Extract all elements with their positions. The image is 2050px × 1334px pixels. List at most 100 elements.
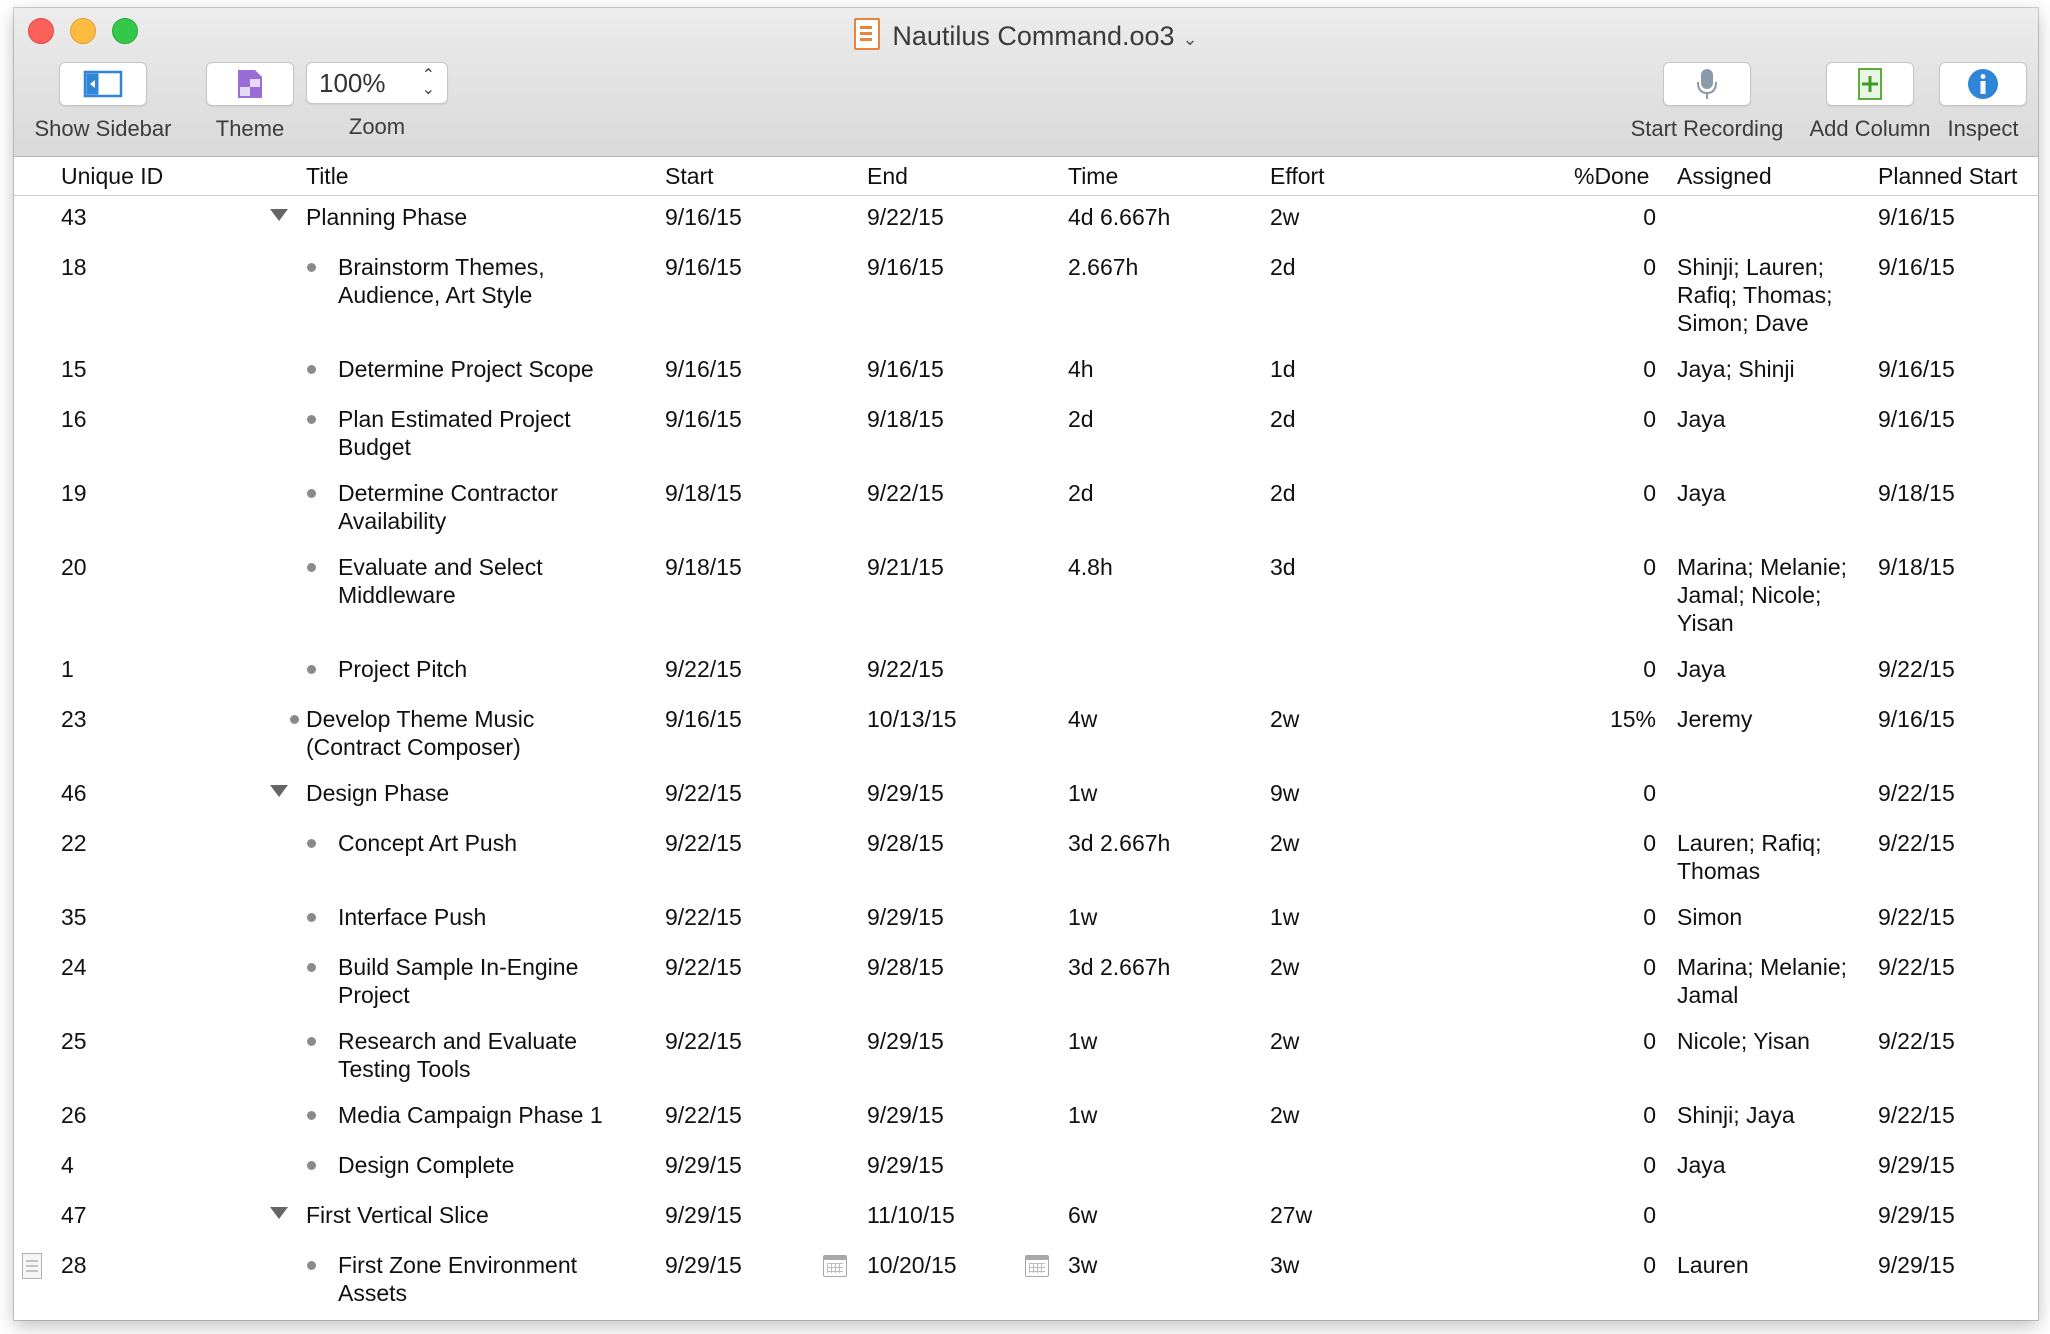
cell-done[interactable]: 0: [1514, 903, 1656, 931]
cell-done[interactable]: 0: [1514, 479, 1656, 507]
cell-assigned[interactable]: Nicole; Yisan: [1677, 1027, 1867, 1055]
cell-assigned[interactable]: Marina; Melanie; Jamal; Nicole; Yisan: [1677, 553, 1867, 637]
cell-start[interactable]: 9/29/15: [665, 1201, 742, 1229]
cell-start[interactable]: 9/22/15: [665, 953, 742, 981]
cell-start[interactable]: 9/22/15: [665, 779, 742, 807]
cell-time[interactable]: 2.667h: [1068, 253, 1138, 281]
column-header-end[interactable]: End: [867, 163, 908, 190]
cell-start[interactable]: 9/22/15: [665, 1101, 742, 1129]
cell-planned-start[interactable]: 9/22/15: [1878, 655, 1955, 683]
cell-assigned[interactable]: Simon: [1677, 903, 1867, 931]
cell-done[interactable]: 0: [1514, 1101, 1656, 1129]
add-column-tool[interactable]: Add Column: [1784, 62, 1956, 142]
cell-planned-start[interactable]: 9/22/15: [1878, 1027, 1955, 1055]
row-bullet-icon[interactable]: [307, 415, 316, 424]
cell-done[interactable]: 0: [1514, 253, 1656, 281]
cell-assigned[interactable]: Shinji; Lauren; Rafiq; Thomas; Simon; Da…: [1677, 253, 1867, 337]
cell-time[interactable]: 4h: [1068, 355, 1094, 383]
row-bullet-icon[interactable]: [307, 1261, 316, 1270]
row-bullet-icon[interactable]: [307, 263, 316, 272]
cell-title[interactable]: Brainstorm Themes, Audience, Art Style: [338, 253, 638, 309]
cell-unique-id[interactable]: 46: [61, 779, 87, 807]
cell-start[interactable]: 9/16/15: [665, 253, 742, 281]
cell-effort[interactable]: 2w: [1270, 203, 1299, 231]
document-title[interactable]: Nautilus Command.oo3 ⌄: [14, 18, 2038, 52]
cell-title[interactable]: Plan Estimated Project Budget: [338, 405, 638, 461]
row-bullet-icon[interactable]: [307, 665, 316, 674]
cell-effort[interactable]: 2d: [1270, 253, 1296, 281]
cell-done[interactable]: 0: [1514, 405, 1656, 433]
cell-end[interactable]: 9/29/15: [867, 1027, 944, 1055]
cell-time[interactable]: 4w: [1068, 705, 1097, 733]
cell-assigned[interactable]: Shinji; Jaya: [1677, 1101, 1867, 1129]
cell-planned-start[interactable]: 9/18/15: [1878, 479, 1955, 507]
cell-start[interactable]: 9/18/15: [665, 479, 742, 507]
cell-time[interactable]: 1w: [1068, 1027, 1097, 1055]
cell-title[interactable]: Project Pitch: [338, 655, 638, 683]
start-recording-button[interactable]: [1663, 62, 1751, 106]
cell-end[interactable]: 9/29/15: [867, 903, 944, 931]
cell-effort[interactable]: 1d: [1270, 355, 1296, 383]
cell-end[interactable]: 11/10/15: [867, 1201, 955, 1229]
cell-start[interactable]: 9/16/15: [665, 203, 742, 231]
cell-planned-start[interactable]: 9/22/15: [1878, 903, 1955, 931]
inspect-button[interactable]: [1939, 62, 2027, 106]
note-icon[interactable]: [22, 1253, 42, 1279]
cell-unique-id[interactable]: 18: [61, 253, 87, 281]
column-header-done[interactable]: %Done: [1574, 163, 1649, 190]
cell-time[interactable]: 3d 2.667h: [1068, 829, 1170, 857]
cell-title[interactable]: Design Complete: [338, 1151, 638, 1179]
cell-time[interactable]: 3w: [1068, 1251, 1097, 1279]
show-sidebar-button[interactable]: [59, 62, 147, 106]
cell-title[interactable]: Determine Contractor Availability: [338, 479, 638, 535]
cell-start[interactable]: 9/22/15: [665, 1027, 742, 1055]
cell-done[interactable]: 0: [1514, 1027, 1656, 1055]
cell-title[interactable]: Determine Project Scope: [338, 355, 638, 383]
cell-done[interactable]: 0: [1514, 1251, 1656, 1279]
cell-time[interactable]: 4d 6.667h: [1068, 203, 1170, 231]
cell-done[interactable]: 0: [1514, 829, 1656, 857]
cell-planned-start[interactable]: 9/29/15: [1878, 1251, 1955, 1279]
cell-effort[interactable]: 2d: [1270, 405, 1296, 433]
column-header-title[interactable]: Title: [306, 163, 349, 190]
cell-unique-id[interactable]: 28: [61, 1251, 87, 1279]
cell-end[interactable]: 9/29/15: [867, 1101, 944, 1129]
cell-assigned[interactable]: Jeremy: [1677, 705, 1867, 733]
cell-end[interactable]: 9/16/15: [867, 355, 944, 383]
cell-time[interactable]: 1w: [1068, 903, 1097, 931]
row-bullet-icon[interactable]: [307, 913, 316, 922]
cell-effort[interactable]: 2w: [1270, 953, 1299, 981]
zoom-value[interactable]: 100%: [319, 68, 386, 99]
cell-assigned[interactable]: Jaya: [1677, 405, 1867, 433]
theme-button[interactable]: [206, 62, 294, 106]
cell-start[interactable]: 9/16/15: [665, 405, 742, 433]
cell-end[interactable]: 9/21/15: [867, 553, 944, 581]
disclosure-triangle-icon[interactable]: [270, 785, 288, 797]
cell-start[interactable]: 9/16/15: [665, 705, 742, 733]
add-column-button[interactable]: [1826, 62, 1914, 106]
cell-planned-start[interactable]: 9/22/15: [1878, 1101, 1955, 1129]
cell-assigned[interactable]: Marina; Melanie; Jamal: [1677, 953, 1867, 1009]
cell-done[interactable]: 0: [1514, 203, 1656, 231]
cell-unique-id[interactable]: 4: [61, 1151, 74, 1179]
cell-planned-start[interactable]: 9/16/15: [1878, 203, 1955, 231]
chevron-down-icon[interactable]: ⌄: [1183, 29, 1198, 49]
cell-title[interactable]: Concept Art Push: [338, 829, 638, 857]
cell-start[interactable]: 9/18/15: [665, 553, 742, 581]
cell-done[interactable]: 0: [1514, 1201, 1656, 1229]
show-sidebar-tool[interactable]: Show Sidebar: [22, 62, 184, 142]
column-header-planned-start[interactable]: Planned Start: [1878, 163, 2017, 190]
cell-title[interactable]: First Zone Environment Assets: [338, 1251, 638, 1307]
cell-assigned[interactable]: Jaya: [1677, 655, 1867, 683]
cell-planned-start[interactable]: 9/29/15: [1878, 1201, 1955, 1229]
row-bullet-icon[interactable]: [307, 563, 316, 572]
row-bullet-icon[interactable]: [307, 365, 316, 374]
cell-title[interactable]: Interface Push: [338, 903, 638, 931]
cell-effort[interactable]: 1w: [1270, 903, 1299, 931]
cell-end[interactable]: 9/22/15: [867, 655, 944, 683]
cell-time[interactable]: 3d 2.667h: [1068, 953, 1170, 981]
cell-time[interactable]: 1w: [1068, 779, 1097, 807]
cell-time[interactable]: 6w: [1068, 1201, 1097, 1229]
cell-effort[interactable]: 2w: [1270, 705, 1299, 733]
cell-time[interactable]: 4.8h: [1068, 553, 1113, 581]
